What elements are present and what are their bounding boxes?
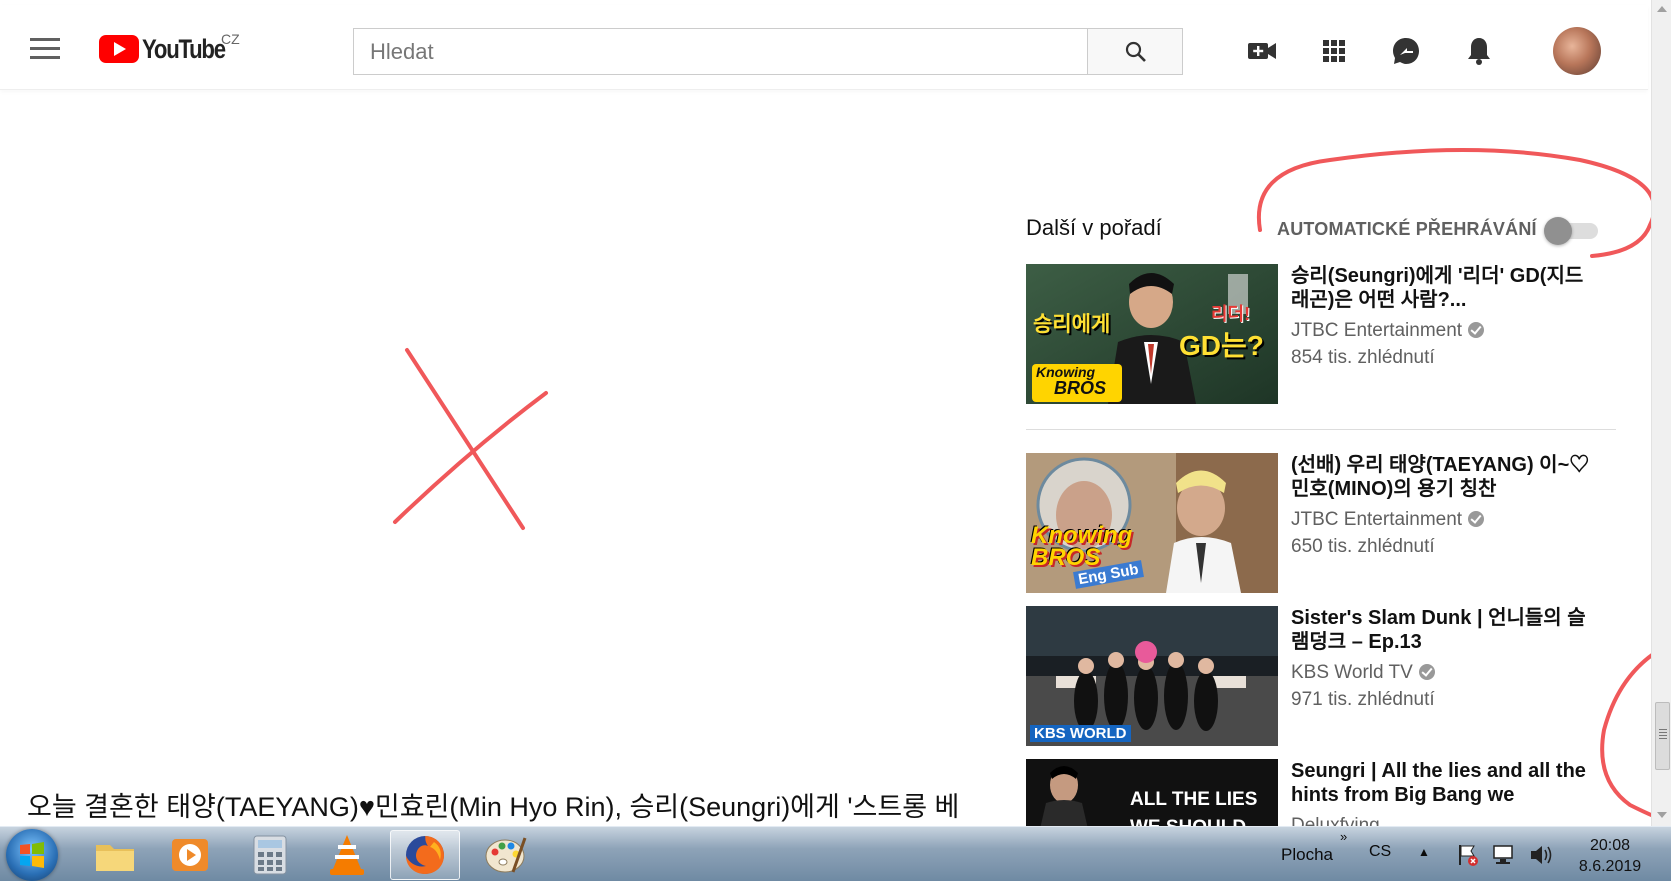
- paint-taskbar-button[interactable]: [470, 830, 540, 880]
- paint-palette-icon: [485, 837, 527, 873]
- language-indicator[interactable]: CS: [1369, 843, 1391, 861]
- desktop-toolbar-label[interactable]: Plocha: [1281, 845, 1333, 865]
- firefox-icon: [406, 836, 444, 874]
- clock-time: 20:08: [1589, 837, 1631, 854]
- show-hidden-icons-icon[interactable]: ▲: [1418, 845, 1430, 859]
- annotation-x-mark: [393, 391, 548, 524]
- page: YouTube CZ Další v pořadí AUTOMATICKÉ PŘ…: [0, 0, 1671, 881]
- annotation-circle-autoplay: [1256, 148, 1657, 258]
- system-clock[interactable]: 20:08 8.6.2019: [1565, 835, 1655, 877]
- start-button[interactable]: [6, 829, 58, 881]
- action-center-flag-icon[interactable]: [1456, 843, 1480, 867]
- windows-logo-icon: [20, 842, 44, 868]
- scroll-down-arrow-icon[interactable]: [1657, 812, 1667, 818]
- scroll-up-arrow-icon[interactable]: [1657, 6, 1667, 12]
- toolbar-expand-icon[interactable]: »: [1340, 829, 1347, 844]
- annotation-overlay: [393, 148, 1671, 824]
- annotation-x-mark: [405, 348, 525, 530]
- calculator-icon: [253, 835, 287, 875]
- page-scrollbar[interactable]: [1651, 0, 1671, 826]
- vlc-taskbar-button[interactable]: [312, 830, 382, 880]
- media-player-taskbar-button[interactable]: [155, 830, 225, 880]
- explorer-taskbar-button[interactable]: [80, 830, 150, 880]
- windows-taskbar: Plocha » CS ▲ 20:08 8.6.2019: [0, 826, 1671, 881]
- volume-icon[interactable]: [1528, 843, 1554, 867]
- calculator-taskbar-button[interactable]: [235, 830, 305, 880]
- media-player-icon: [172, 839, 208, 871]
- clock-date: 8.6.2019: [1578, 858, 1642, 875]
- scrollbar-thumb[interactable]: [1655, 702, 1670, 770]
- firefox-taskbar-button[interactable]: [390, 830, 460, 880]
- network-icon[interactable]: [1491, 844, 1515, 866]
- folder-icon: [96, 845, 134, 871]
- vlc-cone-icon: [330, 835, 364, 875]
